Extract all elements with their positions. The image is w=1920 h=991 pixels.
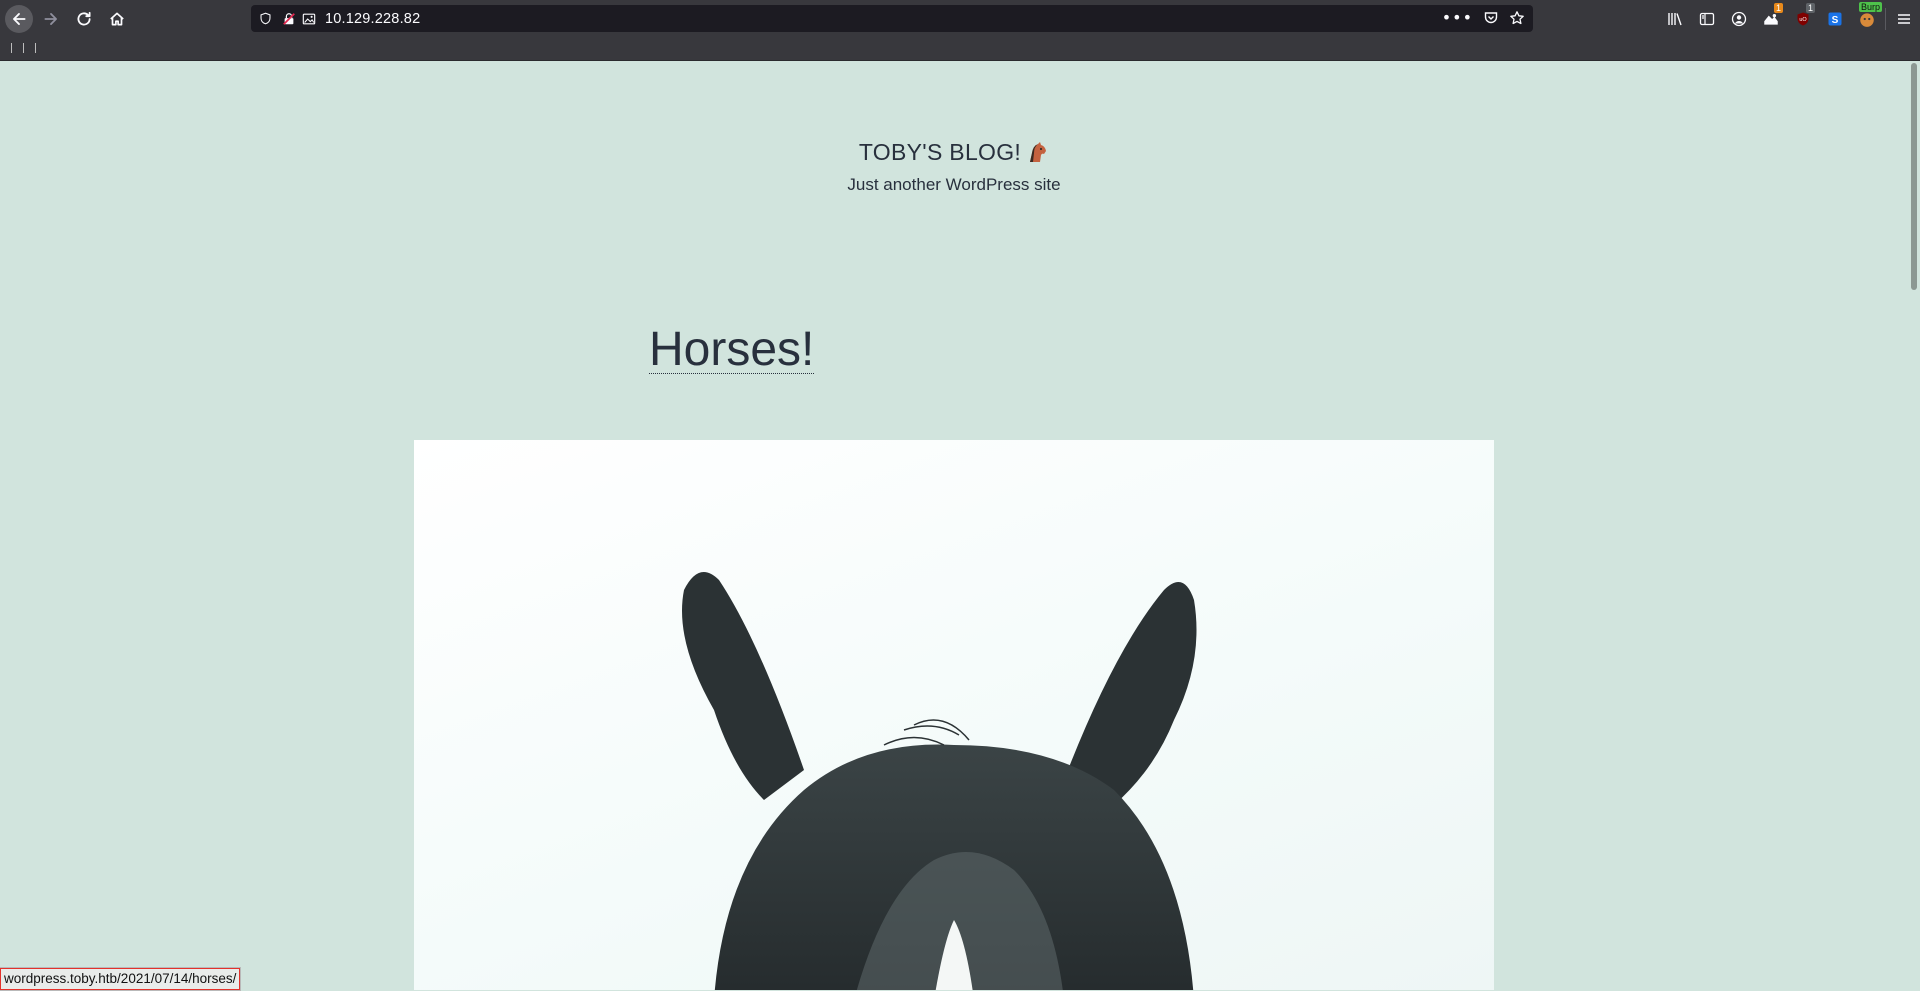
svg-text:S: S — [1832, 15, 1839, 26]
home-button[interactable] — [103, 5, 131, 33]
home-icon — [110, 12, 124, 26]
page-viewport: TOBY'S BLOG! Just another WordPress site… — [0, 61, 1908, 990]
bookmark-star-icon[interactable] — [1509, 10, 1525, 26]
reload-button[interactable] — [70, 5, 98, 33]
url-bar[interactable]: 10.129.228.82 ••• — [251, 5, 1533, 32]
page-scrollbar[interactable] — [1908, 61, 1920, 990]
ublock-badge: 1 — [1805, 3, 1815, 13]
toolbar-divider — [1885, 7, 1886, 30]
bookmark-separator — [23, 43, 24, 53]
s-extension-icon[interactable]: S — [1819, 0, 1851, 37]
svg-text:uO: uO — [1799, 17, 1807, 23]
featured-image[interactable] — [414, 440, 1494, 990]
bookmark-separator — [35, 43, 36, 53]
bookmark-separator — [11, 43, 12, 53]
link-status-bar: wordpress.toby.htb/2021/07/14/horses/ wo… — [0, 967, 242, 991]
extension-icon[interactable]: 1 — [1755, 0, 1787, 37]
sidebar-icon[interactable] — [1691, 0, 1723, 37]
pocket-icon[interactable] — [1483, 10, 1499, 26]
url-text[interactable]: 10.129.228.82 — [325, 11, 420, 27]
foxyproxy-burp-icon[interactable]: Burp — [1851, 0, 1883, 37]
site-title-text[interactable]: TOBY'S BLOG! — [859, 139, 1021, 165]
extension-badge: 1 — [1773, 3, 1783, 13]
browser-toolbar: 10.129.228.82 ••• 1 uO 1 S Burp — [0, 0, 1920, 37]
back-arrow-icon — [13, 13, 26, 25]
site-title[interactable]: TOBY'S BLOG! — [0, 139, 1908, 166]
reload-icon — [77, 11, 91, 26]
post-title-link[interactable]: Horses! — [649, 326, 814, 374]
scrollbar-thumb[interactable] — [1911, 63, 1917, 290]
library-icon[interactable] — [1659, 0, 1691, 37]
back-button[interactable] — [5, 5, 33, 33]
burp-badge: Burp — [1858, 2, 1882, 12]
horse-face-emoji-icon — [1030, 142, 1047, 162]
toolbar-extensions: 1 uO 1 S Burp — [1659, 0, 1920, 37]
ublock-origin-icon[interactable]: uO 1 — [1787, 0, 1819, 37]
forward-arrow-icon — [44, 13, 57, 25]
page-actions-menu-icon[interactable]: ••• — [1442, 10, 1473, 26]
bookmarks-toolbar — [0, 37, 1920, 61]
forward-button[interactable] — [37, 5, 65, 33]
account-icon[interactable] — [1723, 0, 1755, 37]
shield-icon[interactable] — [257, 11, 273, 27]
image-permission-icon[interactable] — [301, 11, 317, 27]
insecure-lock-icon[interactable] — [281, 11, 297, 27]
horse-ears-photo — [682, 572, 1197, 990]
hamburger-menu-icon[interactable] — [1888, 0, 1920, 37]
status-url: wordpress.toby.htb/2021/07/14/horses/ — [0, 968, 241, 990]
site-tagline: Just another WordPress site — [847, 175, 1061, 194]
